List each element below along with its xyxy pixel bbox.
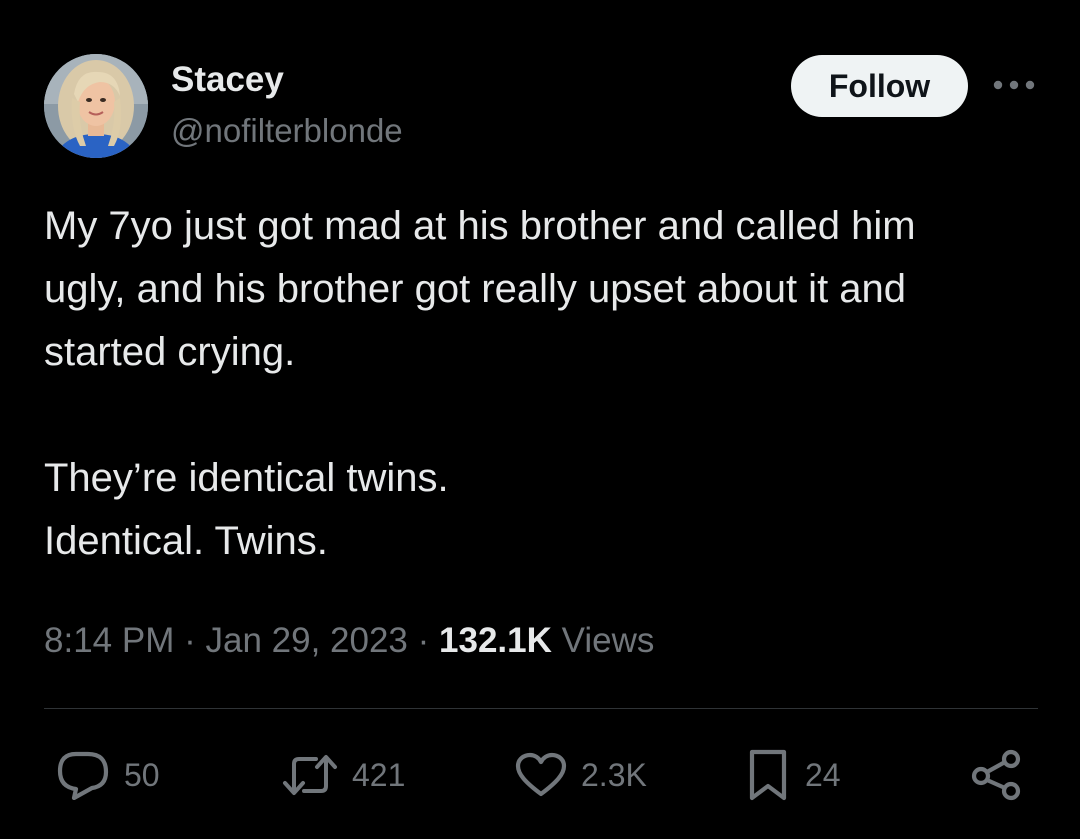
retweet-button[interactable]: 421 bbox=[282, 747, 405, 803]
divider bbox=[44, 708, 1038, 709]
heart-icon bbox=[515, 752, 567, 797]
tweet-line: started crying. bbox=[44, 330, 296, 374]
more-button[interactable] bbox=[990, 68, 1038, 102]
reply-icon bbox=[57, 751, 109, 800]
share-button[interactable] bbox=[970, 747, 1024, 803]
like-button[interactable]: 2.3K bbox=[515, 747, 647, 803]
tweet-text: My 7yo just got mad at his brother and c… bbox=[44, 195, 1044, 573]
more-horizontal-icon bbox=[993, 80, 1035, 90]
author-handle[interactable]: @nofilterblonde bbox=[171, 110, 403, 152]
follow-button[interactable]: Follow bbox=[791, 55, 968, 117]
like-count: 2.3K bbox=[581, 756, 647, 793]
avatar[interactable] bbox=[44, 54, 148, 158]
profile-photo-icon bbox=[44, 54, 148, 158]
reply-button[interactable]: 50 bbox=[56, 747, 160, 803]
tweet-line: My 7yo just got mad at his brother and c… bbox=[44, 204, 916, 248]
author-name[interactable]: Stacey bbox=[171, 58, 284, 102]
bookmark-button[interactable]: 24 bbox=[745, 747, 841, 803]
meta-separator: · bbox=[184, 621, 196, 660]
views-label: Views bbox=[561, 621, 655, 660]
retweet-count: 421 bbox=[352, 756, 406, 793]
retweet-icon bbox=[283, 755, 337, 795]
tweet-line: They’re identical twins. bbox=[44, 456, 449, 500]
bookmark-icon bbox=[749, 749, 787, 801]
tweet-date[interactable]: Jan 29, 2023 bbox=[205, 621, 407, 660]
bookmark-count: 24 bbox=[805, 756, 841, 793]
meta-separator: · bbox=[417, 621, 430, 660]
reply-count: 50 bbox=[124, 756, 160, 793]
tweet-line: Identical. Twins. bbox=[44, 519, 328, 563]
tweet-line: ugly, and his brother got really upset a… bbox=[44, 267, 907, 311]
views-count[interactable]: 132.1K bbox=[439, 621, 552, 660]
tweet-card: Stacey @nofilterblonde Follow My 7yo jus… bbox=[0, 0, 1080, 839]
tweet-time[interactable]: 8:14 PM bbox=[44, 621, 174, 660]
share-icon bbox=[971, 749, 1021, 801]
tweet-meta: 8:14 PM · Jan 29, 2023 · 132.1K Views bbox=[44, 616, 654, 666]
